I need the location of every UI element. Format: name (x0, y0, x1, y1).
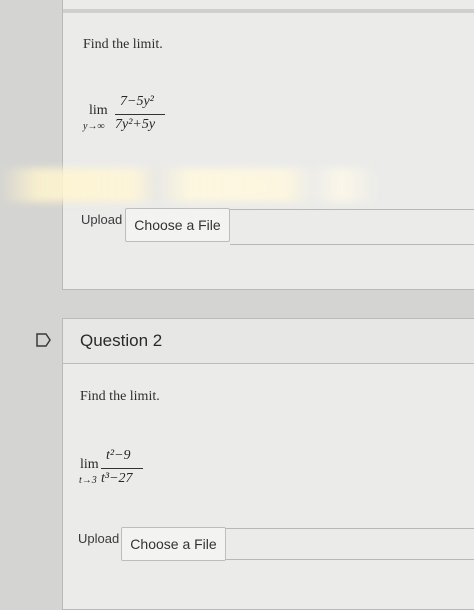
question-prompt: Find the limit. (83, 37, 163, 52)
upload-label: Upload (81, 212, 123, 227)
file-field-top-border (230, 209, 474, 210)
question-header: Question 2 (63, 319, 474, 364)
card-top-divider (63, 9, 474, 13)
fraction-bar (115, 114, 165, 115)
flag-outline-icon[interactable] (36, 333, 52, 347)
question-2-card: Question 2 Find the limit. lim t→3 t²−9 … (62, 318, 474, 610)
lim-operator: lim (80, 457, 99, 472)
question-title: Question 2 (80, 331, 163, 350)
fraction-numerator: t²−9 (106, 448, 131, 463)
lim-subscript: y→∞ (83, 121, 105, 132)
fraction-denominator: t³−27 (101, 471, 133, 486)
choose-file-button[interactable]: Choose a File (121, 527, 226, 561)
question-prompt: Find the limit. (80, 389, 160, 404)
fraction-numerator: 7−5y² (120, 94, 154, 109)
fraction-bar (101, 468, 143, 469)
file-field-bottom-border (230, 244, 474, 245)
lim-subscript: t→3 (79, 475, 97, 486)
question-1-card: Find the limit. lim y→∞ 7−5y² 7y²+5y Upl… (62, 0, 474, 290)
file-field-bottom-border (226, 559, 474, 560)
file-field-top-border (226, 528, 474, 529)
choose-file-button[interactable]: Choose a File (125, 208, 230, 242)
screen-glare (0, 168, 474, 202)
upload-label: Upload (78, 531, 120, 546)
fraction-denominator: 7y²+5y (115, 117, 156, 132)
lim-operator: lim (89, 103, 108, 118)
